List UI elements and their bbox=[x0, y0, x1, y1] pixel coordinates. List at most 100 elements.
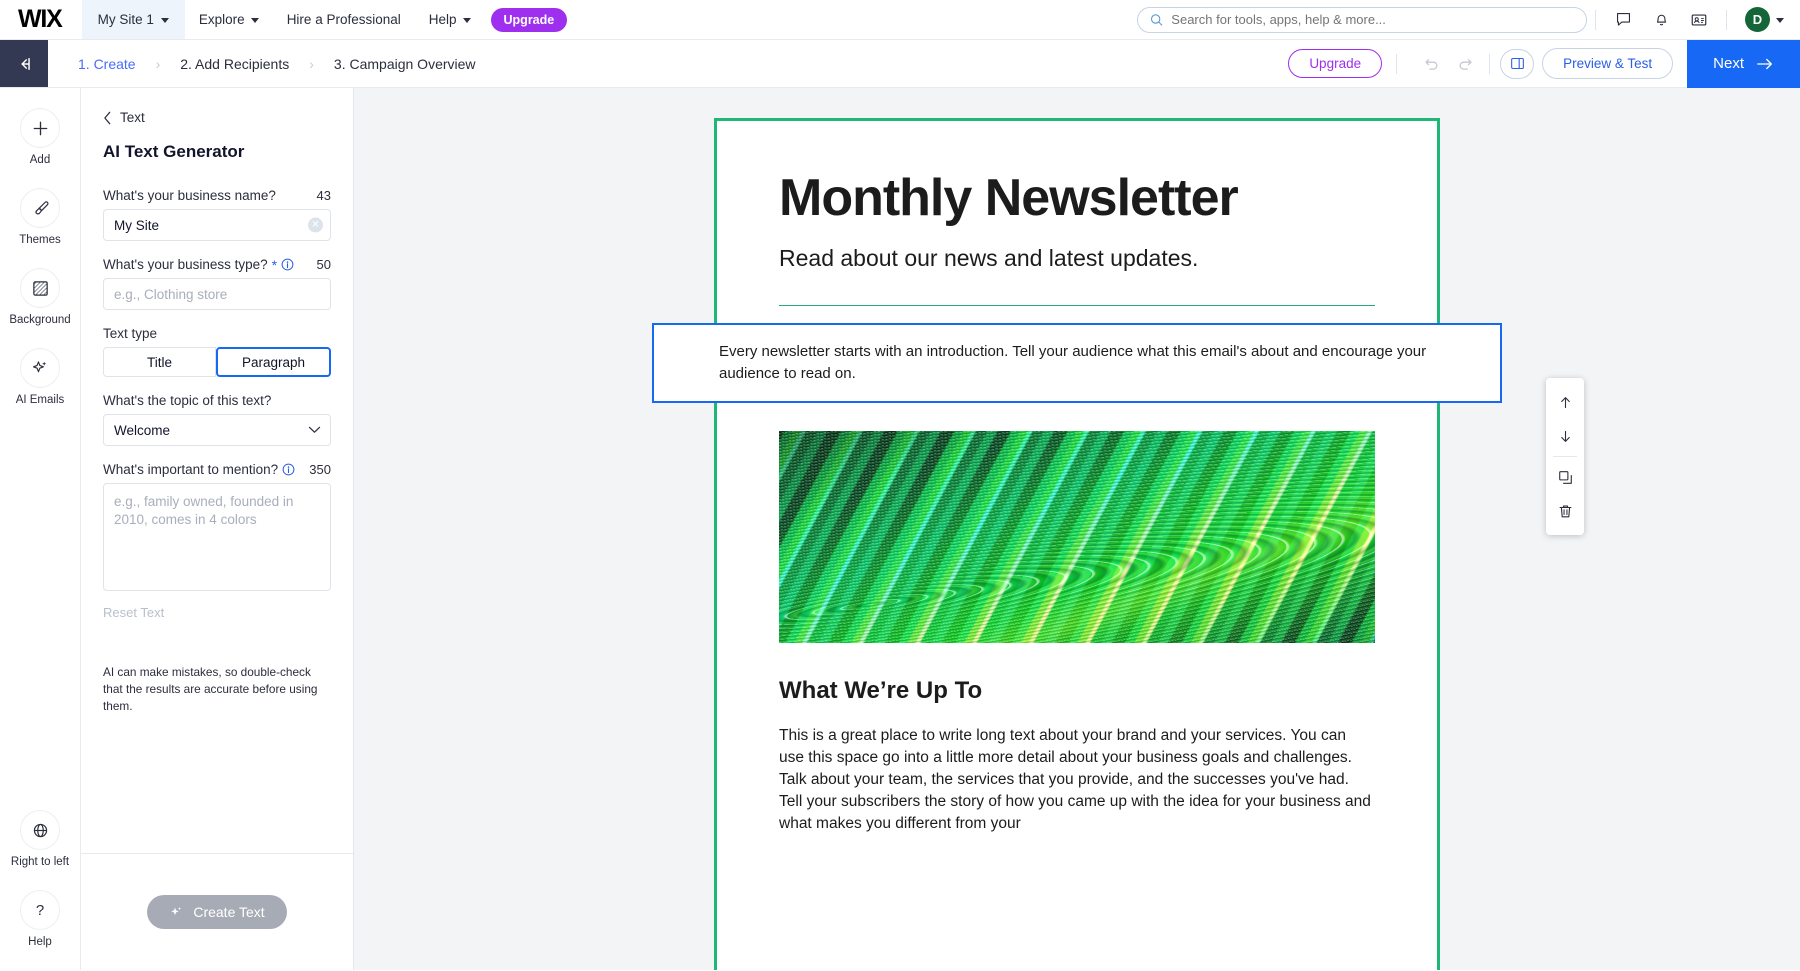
chevron-down-icon bbox=[462, 17, 471, 23]
upgrade-button-top[interactable]: Upgrade bbox=[490, 7, 568, 32]
info-icon[interactable] bbox=[281, 258, 294, 271]
business-name-field-wrap: ✕ bbox=[103, 209, 331, 241]
next-button[interactable]: Next bbox=[1687, 39, 1800, 88]
nav-explore-label: Explore bbox=[198, 12, 245, 27]
duplicate-icon bbox=[1558, 470, 1572, 484]
email-title[interactable]: Monthly Newsletter bbox=[779, 121, 1375, 227]
trash-icon bbox=[1559, 505, 1571, 517]
divider bbox=[1396, 53, 1398, 74]
rail-item-themes[interactable]: Themes bbox=[0, 188, 80, 246]
nav-hire-label: Hire a Professional bbox=[286, 12, 401, 27]
create-text-button[interactable]: Create Text bbox=[147, 895, 287, 929]
next-button-label: Next bbox=[1713, 55, 1744, 72]
rail-item-right-to-left[interactable]: Right to left bbox=[0, 810, 80, 868]
wix-logo[interactable]: WIX bbox=[0, 0, 82, 39]
topic-select[interactable] bbox=[103, 414, 331, 446]
paintbrush-icon bbox=[20, 188, 60, 228]
text-type-label: Text type bbox=[103, 326, 158, 341]
nav-explore[interactable]: Explore bbox=[185, 0, 273, 39]
business-name-label: What's your business name? bbox=[103, 188, 276, 203]
arrow-right-icon bbox=[1757, 58, 1772, 69]
duplicate-button[interactable] bbox=[1548, 460, 1582, 494]
move-down-button[interactable] bbox=[1548, 419, 1582, 453]
email-canvas[interactable]: Monthly Newsletter Read about our news a… bbox=[354, 88, 1800, 970]
email-section-body[interactable]: This is a great place to write long text… bbox=[779, 725, 1375, 835]
rail-label-add: Add bbox=[29, 154, 51, 166]
topic-label-row: What's the topic of this text? bbox=[103, 393, 331, 408]
bell-icon[interactable] bbox=[1642, 0, 1680, 40]
globe-icon bbox=[20, 810, 60, 850]
clear-x-icon[interactable]: ✕ bbox=[308, 217, 323, 233]
email-content: Monthly Newsletter Read about our news a… bbox=[717, 121, 1437, 307]
chevron-down-icon bbox=[1776, 17, 1784, 23]
text-type-option-paragraph[interactable]: Paragraph bbox=[216, 347, 331, 377]
create-text-label: Create Text bbox=[193, 904, 265, 920]
business-type-label-row: What's your business type? * 50 bbox=[103, 257, 331, 272]
nav-help[interactable]: Help bbox=[415, 0, 485, 39]
nav-hire-a-professional[interactable]: Hire a Professional bbox=[273, 0, 415, 39]
business-name-label-row: What's your business name? 43 bbox=[103, 188, 331, 203]
rail-item-background[interactable]: Background bbox=[0, 268, 80, 326]
text-type-option-title[interactable]: Title bbox=[103, 347, 216, 377]
business-name-input[interactable] bbox=[103, 209, 331, 241]
undo-redo-group bbox=[1415, 48, 1481, 80]
global-search[interactable] bbox=[1137, 6, 1587, 33]
panel-back-label: Text bbox=[120, 110, 145, 125]
upgrade-button-editor[interactable]: Upgrade bbox=[1288, 49, 1383, 78]
arrow-up-icon bbox=[1560, 396, 1570, 408]
step-campaign-overview[interactable]: 3. Campaign Overview bbox=[326, 56, 484, 72]
chevron-left-icon bbox=[104, 111, 111, 124]
account-menu[interactable]: D bbox=[1735, 7, 1800, 32]
topic-field-wrap bbox=[103, 414, 331, 446]
step-create[interactable]: 1. Create bbox=[70, 56, 144, 72]
rail-label-themes: Themes bbox=[19, 234, 61, 246]
business-type-label: What's your business type? * bbox=[103, 257, 294, 272]
undo-icon[interactable] bbox=[1415, 48, 1447, 80]
top-navigation-bar: WIX My Site 1 Explore Hire a Professiona… bbox=[0, 0, 1800, 40]
subbar-actions: Upgrade Preview & Test Next bbox=[1288, 39, 1800, 88]
divider bbox=[1553, 456, 1577, 457]
back-to-dashboard-button[interactable] bbox=[0, 40, 48, 87]
delete-button[interactable] bbox=[1548, 494, 1582, 528]
email-template[interactable]: Monthly Newsletter Read about our news a… bbox=[652, 118, 1502, 970]
rail-item-ai-emails[interactable]: AI Emails bbox=[0, 348, 80, 406]
rail-label-ai-emails: AI Emails bbox=[15, 394, 65, 406]
block-floating-toolbar bbox=[1546, 378, 1584, 535]
email-divider bbox=[779, 305, 1375, 307]
important-textarea[interactable] bbox=[103, 483, 331, 591]
redo-icon[interactable] bbox=[1449, 48, 1481, 80]
layout-panel-icon[interactable] bbox=[1500, 48, 1535, 79]
reset-text-link[interactable]: Reset Text bbox=[103, 605, 331, 620]
move-up-button[interactable] bbox=[1548, 385, 1582, 419]
page-title: AI Text Generator bbox=[103, 142, 245, 161]
ai-text-generator-panel: Text AI Text Generator What's your busin… bbox=[81, 88, 354, 970]
site-name-label: My Site 1 bbox=[97, 12, 154, 27]
panel-back-link[interactable]: Text bbox=[103, 110, 331, 125]
email-intro-text[interactable]: Every newsletter starts with an introduc… bbox=[654, 341, 1500, 385]
campaign-step-bar: 1. Create › 2. Add Recipients › 3. Campa… bbox=[0, 39, 1800, 88]
step-add-recipients[interactable]: 2. Add Recipients bbox=[172, 56, 297, 72]
email-intro-block-selected[interactable]: Every newsletter starts with an introduc… bbox=[652, 323, 1502, 403]
info-icon[interactable] bbox=[282, 463, 295, 476]
email-content-lower: What We’re Up To This is a great place t… bbox=[717, 430, 1437, 835]
email-section-heading[interactable]: What We’re Up To bbox=[779, 677, 1375, 705]
required-asterisk: * bbox=[271, 256, 278, 273]
site-selector[interactable]: My Site 1 bbox=[81, 0, 185, 39]
topic-label: What's the topic of this text? bbox=[103, 393, 272, 408]
divider bbox=[1595, 9, 1596, 30]
top-bar-right-group: D bbox=[1137, 0, 1800, 39]
contacts-card-icon[interactable] bbox=[1680, 0, 1718, 40]
nav-help-label: Help bbox=[428, 12, 457, 27]
chat-icon[interactable] bbox=[1604, 0, 1642, 40]
rail-item-add[interactable]: Add bbox=[0, 108, 80, 166]
editor-body: Add Themes Background AI Emails Right to… bbox=[0, 88, 1800, 970]
search-input[interactable] bbox=[1171, 12, 1574, 27]
question-mark-icon: ? bbox=[20, 890, 60, 930]
left-tool-rail: Add Themes Background AI Emails Right to… bbox=[0, 88, 81, 970]
preview-and-test-button[interactable]: Preview & Test bbox=[1542, 48, 1674, 79]
business-type-input[interactable] bbox=[103, 278, 331, 310]
chevron-down-icon bbox=[160, 17, 169, 23]
email-hero-image[interactable] bbox=[779, 430, 1375, 643]
rail-item-help[interactable]: ? Help bbox=[0, 890, 80, 948]
email-subtitle[interactable]: Read about our news and latest updates. bbox=[779, 244, 1375, 274]
